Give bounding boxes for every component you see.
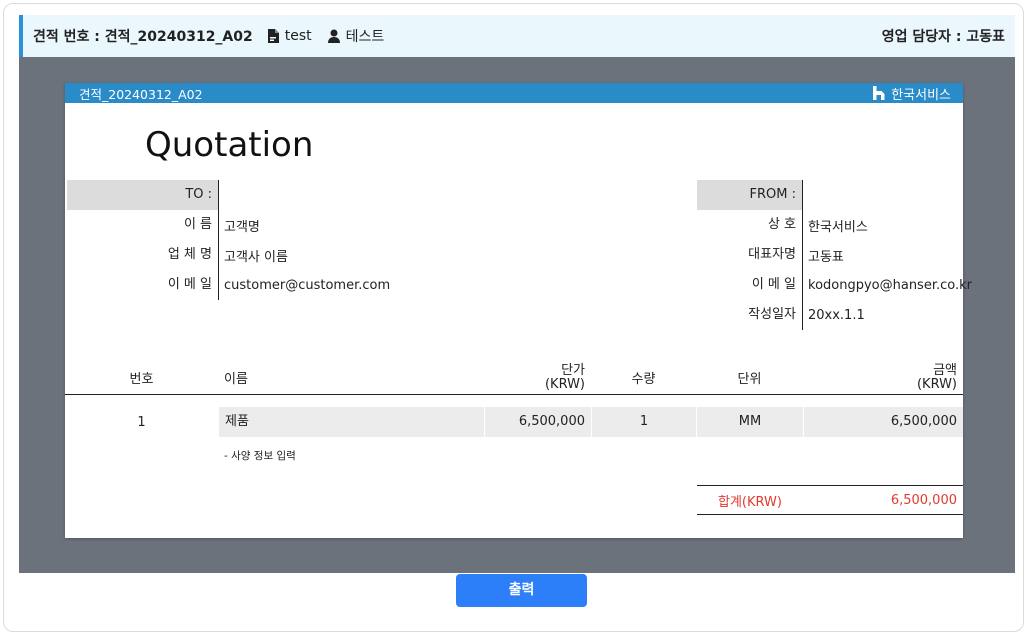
pdf-file-icon xyxy=(267,29,279,43)
from-value-company: 한국서비스 xyxy=(808,219,868,235)
to-label-company: 업 체 명 xyxy=(67,240,219,270)
col-qty: 수량 xyxy=(631,372,656,387)
total-value: 6,500,000 xyxy=(890,492,957,508)
quotation-header-bar: 견적 번호 : 견적_20240312_A02 test 테스트 영업 담당자 … xyxy=(19,15,1015,57)
to-value-name: 고객명 xyxy=(224,219,260,235)
col-price-unit: (KRW) xyxy=(544,376,585,392)
to-heading-row: TO : xyxy=(67,180,390,210)
from-row: 대표자명 고동표 xyxy=(697,240,972,270)
item-unit: MM xyxy=(696,407,803,437)
total-row: 합계(KRW) 6,500,000 xyxy=(697,485,963,515)
to-section: TO : 이 름 고객명 업 체 명 고객사 이름 이 메 일 customer… xyxy=(67,180,390,300)
from-label-date: 작성일자 xyxy=(697,300,803,330)
items-table: 번호 이름 단가 (KRW) 수량 단위 금액 (KRW) 1 제품 6,500… xyxy=(65,361,963,463)
user-meta[interactable]: 테스트 xyxy=(327,26,385,46)
print-button[interactable]: 출력 xyxy=(456,574,587,607)
quotation-document: 견적_20240312_A02 한국서비스 Quotation TO : 이 름… xyxy=(65,83,972,538)
to-row: 업 체 명 고객사 이름 xyxy=(67,240,390,270)
from-heading-row: FROM : xyxy=(697,180,972,210)
file-meta[interactable]: test xyxy=(267,28,312,44)
col-unit: 단위 xyxy=(737,372,762,387)
sales-manager: 영업 담당자 : 고동표 xyxy=(881,29,1005,45)
col-amount: 금액 (KRW) xyxy=(803,362,963,392)
col-price: 단가 (KRW) xyxy=(484,362,591,392)
user-label: 테스트 xyxy=(345,29,385,45)
document-title: Quotation xyxy=(145,125,314,165)
quotation-number-title: 견적 번호 : 견적_20240312_A02 xyxy=(33,29,253,45)
to-label-email: 이 메 일 xyxy=(67,270,219,300)
from-label-company: 상 호 xyxy=(697,210,803,240)
total-label: 합계(KRW) xyxy=(718,494,782,510)
from-heading: FROM : xyxy=(697,180,803,210)
col-amount-unit: (KRW) xyxy=(916,376,957,392)
to-value-company: 고객사 이름 xyxy=(224,249,288,265)
from-row: 작성일자 20xx.1.1 xyxy=(697,300,972,330)
item-price: 6,500,000 xyxy=(484,407,591,437)
document-header: 견적_20240312_A02 한국서비스 xyxy=(65,83,963,103)
to-value-email: customer@customer.com xyxy=(224,277,391,293)
from-section: FROM : 상 호 한국서비스 대표자명 고동표 이 메 일 kodongpy… xyxy=(697,180,972,330)
user-icon xyxy=(327,29,340,43)
from-value-ceo: 고동표 xyxy=(808,249,844,265)
col-no: 번호 xyxy=(129,372,154,387)
from-value-date: 20xx.1.1 xyxy=(808,307,865,323)
item-spec: - 사양 정보 입력 xyxy=(224,450,296,462)
file-label: test xyxy=(284,28,312,44)
from-label-email: 이 메 일 xyxy=(697,270,803,300)
from-value-email: kodongpyo@hanser.co.kr xyxy=(808,277,972,293)
from-label-ceo: 대표자명 xyxy=(697,240,803,270)
item-name: 제품 xyxy=(218,407,484,437)
to-row: 이 름 고객명 xyxy=(67,210,390,240)
brand-logo-icon xyxy=(873,86,885,100)
from-row: 이 메 일 kodongpyo@hanser.co.kr xyxy=(697,270,972,300)
col-price-label: 단가 xyxy=(561,362,585,378)
to-heading: TO : xyxy=(67,180,219,210)
col-amount-label: 금액 xyxy=(933,362,957,378)
document-id: 견적_20240312_A02 xyxy=(79,86,203,102)
to-row: 이 메 일 customer@customer.com xyxy=(67,270,390,300)
brand-name: 한국서비스 xyxy=(891,87,951,103)
items-table-header: 번호 이름 단가 (KRW) 수량 단위 금액 (KRW) xyxy=(65,361,963,395)
brand: 한국서비스 xyxy=(872,84,951,103)
from-row: 상 호 한국서비스 xyxy=(697,210,972,240)
preview-stage: 견적_20240312_A02 한국서비스 Quotation TO : 이 름… xyxy=(19,57,1015,573)
col-name: 이름 xyxy=(224,372,248,387)
to-label-name: 이 름 xyxy=(67,210,219,240)
table-row: 1 제품 6,500,000 1 MM 6,500,000 xyxy=(65,407,963,437)
item-amount: 6,500,000 xyxy=(803,407,963,437)
item-qty: 1 xyxy=(591,407,696,437)
item-no: 1 xyxy=(137,414,146,430)
